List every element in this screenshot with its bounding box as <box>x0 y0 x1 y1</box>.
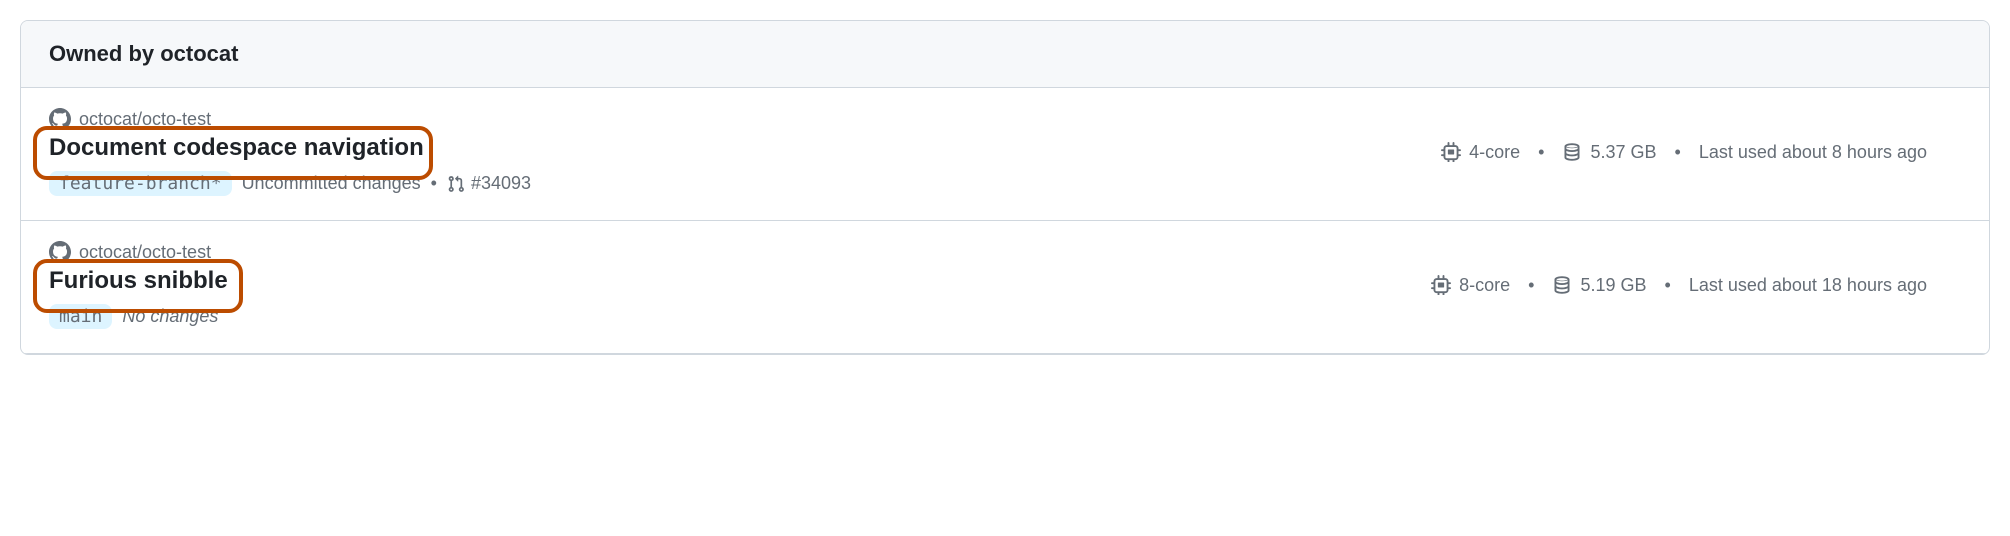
cpu-icon <box>1431 275 1451 295</box>
panel-header: Owned by octocat <box>21 21 1989 88</box>
codespace-meta: 4-core • 5.37 GB • Last used about 8 hou… <box>1441 142 1961 163</box>
machine-type: 8-core <box>1431 275 1510 296</box>
codespace-name[interactable]: Furious snibble <box>49 265 228 296</box>
cpu-icon <box>1441 142 1461 162</box>
pr-reference[interactable]: #34093 <box>447 173 531 194</box>
branch-chip[interactable]: main <box>49 304 112 329</box>
codespace-left: octocat/octo-test Furious snibble main N… <box>49 241 228 329</box>
repo-name[interactable]: octocat/octo-test <box>79 242 211 263</box>
repo-name[interactable]: octocat/octo-test <box>79 109 211 130</box>
codespaces-panel: Owned by octocat octocat/octo-test Docum… <box>20 20 1990 355</box>
status-line: main No changes <box>49 304 228 329</box>
separator-dot: • <box>431 173 437 194</box>
commit-status: Uncommitted changes <box>242 173 421 194</box>
branch-chip[interactable]: feature-branch* <box>49 171 232 196</box>
codespace-name[interactable]: Document codespace navigation <box>49 132 531 163</box>
commit-status: No changes <box>122 306 218 327</box>
machine-type: 4-core <box>1441 142 1520 163</box>
git-pull-request-icon <box>447 175 465 193</box>
database-icon <box>1552 275 1572 295</box>
codespace-row: octocat/octo-test Furious snibble main N… <box>21 221 1989 354</box>
repo-line: octocat/octo-test <box>49 241 228 263</box>
codespace-meta: 8-core • 5.19 GB • Last used about 18 ho… <box>1431 275 1961 296</box>
status-line: feature-branch* Uncommitted changes • #3… <box>49 171 531 196</box>
storage-size: 5.37 GB <box>1562 142 1656 163</box>
separator-dot: • <box>1538 142 1544 163</box>
codespace-actions-menu[interactable] <box>1945 148 1961 156</box>
codespace-left: octocat/octo-test Document codespace nav… <box>49 108 531 196</box>
pr-number: #34093 <box>471 173 531 194</box>
separator-dot: • <box>1528 275 1534 296</box>
separator-dot: • <box>1665 275 1671 296</box>
owner-avatar-icon <box>49 108 71 130</box>
owner-avatar-icon <box>49 241 71 263</box>
repo-line: octocat/octo-test <box>49 108 531 130</box>
storage-size: 5.19 GB <box>1552 275 1646 296</box>
last-used: Last used about 18 hours ago <box>1689 275 1927 296</box>
codespace-actions-menu[interactable] <box>1945 281 1961 289</box>
database-icon <box>1562 142 1582 162</box>
panel-header-title: Owned by octocat <box>49 41 238 66</box>
codespace-row: octocat/octo-test Document codespace nav… <box>21 88 1989 221</box>
last-used: Last used about 8 hours ago <box>1699 142 1927 163</box>
separator-dot: • <box>1675 142 1681 163</box>
